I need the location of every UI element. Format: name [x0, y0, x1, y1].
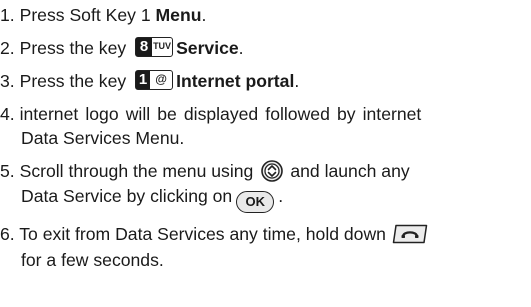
- step-number: 4.: [0, 104, 15, 124]
- step-keyword: Internet portal: [176, 71, 295, 91]
- key-8-tuv-icon: 8 TUV: [135, 37, 174, 57]
- step-number: 1.: [0, 5, 15, 25]
- step-punct: .: [278, 186, 284, 206]
- key-sub-label: @: [155, 72, 167, 86]
- step-keyword: Service: [176, 38, 239, 58]
- step-number: 2.: [0, 38, 15, 58]
- step-punct: .: [238, 38, 244, 58]
- step-number: 5.: [0, 161, 15, 181]
- step-4: 4. internet logo will be displayed follo…: [0, 102, 531, 126]
- step-4-continuation: Data Services Menu.: [21, 126, 184, 150]
- step-text: Scroll through the menu using: [19, 161, 254, 181]
- step-text: Press Soft Key 1: [19, 5, 156, 25]
- step-text: and launch any: [290, 161, 410, 181]
- step-5-continuation: Data Service by clicking on OK.: [21, 184, 283, 213]
- key-sub-label: TUV: [153, 41, 172, 51]
- step-text: internet logo will be displayed followed…: [19, 104, 422, 124]
- key-main-label: 1: [136, 71, 151, 89]
- step-punct: .: [294, 71, 300, 91]
- step-2: 2. Press the key 8 TUV Service.: [0, 36, 531, 60]
- key-main-label: 8: [136, 38, 153, 56]
- step-6: 6. To exit from Data Services any time, …: [0, 222, 531, 250]
- step-text: Press the key: [19, 38, 132, 58]
- step-6-continuation: for a few seconds.: [21, 248, 164, 272]
- step-3: 3. Press the key 1 @ Internet portal.: [0, 69, 531, 93]
- step-text: Data Service by clicking on: [21, 186, 233, 206]
- step-text: To exit from Data Services any time, hol…: [19, 224, 386, 244]
- instructions-document: 1. Press Soft Key 1 Menu. 2. Press the k…: [0, 0, 531, 307]
- step-text: for a few seconds.: [21, 250, 164, 270]
- end-call-key-icon: [392, 224, 428, 250]
- step-text: Data Services Menu.: [21, 128, 185, 148]
- step-number: 6.: [0, 224, 15, 244]
- key-1-at-icon: 1 @: [135, 70, 174, 90]
- step-1: 1. Press Soft Key 1 Menu.: [0, 3, 531, 27]
- step-punct: .: [201, 5, 207, 25]
- step-number: 3.: [0, 71, 15, 91]
- step-keyword: Menu: [155, 5, 202, 25]
- ok-button-icon: OK: [236, 191, 275, 213]
- step-text: Press the key: [19, 71, 132, 91]
